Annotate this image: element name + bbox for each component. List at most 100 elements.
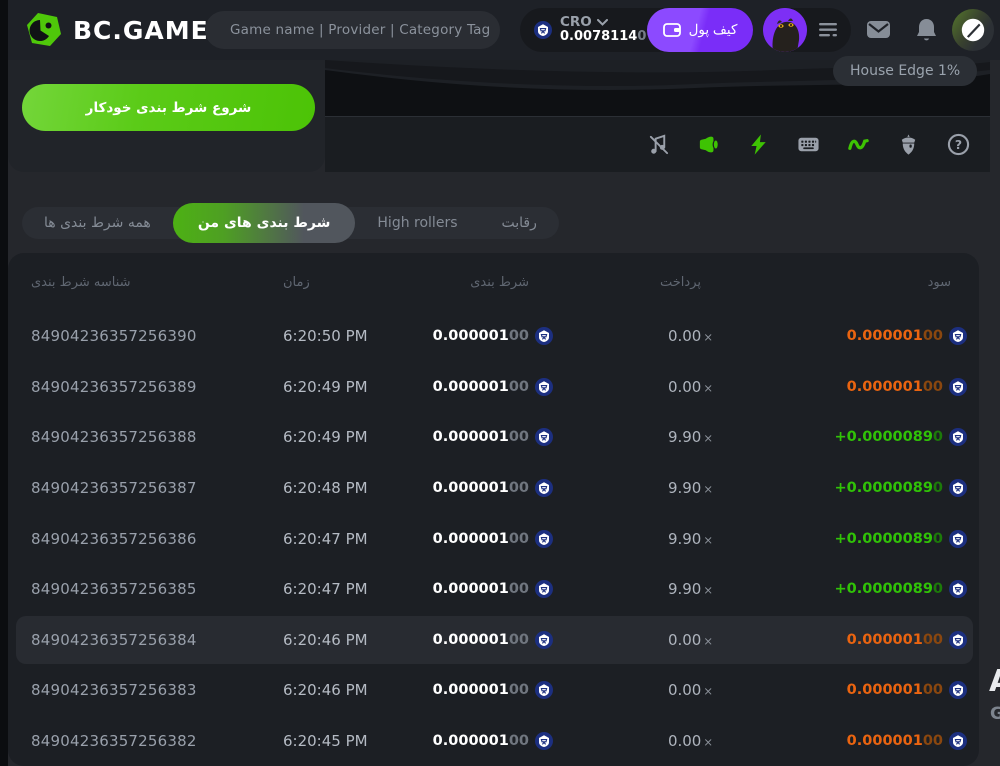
hotkeys-icon[interactable] (797, 133, 820, 156)
table-row[interactable]: 84904236357256390 6:20:50 PM 0.00000100 … (8, 311, 979, 362)
payout-multiplier: 0.00× (553, 681, 713, 699)
cro-coin-icon (949, 327, 967, 345)
svg-text:?: ? (955, 137, 962, 152)
bet-amount: 0.00000100 (403, 631, 553, 649)
profit-amount: +0.00000890 (713, 580, 967, 598)
window-edge (0, 0, 8, 766)
cro-coin-icon (949, 580, 967, 598)
profile-pill (763, 8, 851, 52)
music-off-icon[interactable] (647, 133, 670, 156)
cutoff-text-top: A (989, 664, 1000, 699)
balance-pill: CRO 0.00781140 کیف پول (520, 8, 753, 52)
table-row[interactable]: 84904236357256386 6:20:47 PM 0.00000100 … (8, 513, 979, 564)
bet-amount: 0.00000100 (403, 732, 553, 750)
col-header-bet-id: شناسه شرط بندی (31, 275, 283, 290)
search-input[interactable]: Game name | Provider | Category Tag (205, 11, 500, 49)
cro-coin-icon (535, 580, 553, 598)
wallet-icon (663, 22, 682, 38)
bet-amount: 0.00000100 (403, 530, 553, 548)
bet-amount: 0.00000100 (403, 580, 553, 598)
top-header: BC.GAME Game name | Provider | Category … (8, 0, 1000, 60)
cro-coin-icon (949, 428, 967, 446)
currency-code: CRO (560, 15, 592, 31)
cro-coin-icon (535, 327, 553, 345)
cro-coin-icon (949, 631, 967, 649)
payout-multiplier: 0.00× (553, 732, 713, 750)
cro-coin-icon (949, 378, 967, 396)
profit-amount: 0.00000100 (713, 681, 967, 699)
tab-3[interactable]: رقابت (480, 207, 559, 239)
payout-multiplier: 9.90× (553, 530, 713, 548)
sound-icon[interactable] (697, 133, 720, 156)
bet-controls-panel: شروع شرط بندی خودکار (8, 60, 325, 172)
seed-icon[interactable] (897, 133, 920, 156)
live-stats-icon[interactable] (847, 133, 870, 156)
bets-table: شناسه شرط بندی زمان شرط بندی پرداخت سود … (8, 253, 979, 766)
wallet-button[interactable]: کیف پول (647, 8, 753, 52)
wallet-label: کیف پول (689, 22, 738, 38)
bcgame-logo[interactable]: BC.GAME (26, 12, 209, 48)
help-icon[interactable]: ? (947, 133, 970, 156)
turbo-icon[interactable] (747, 133, 770, 156)
cro-coin-icon (535, 378, 553, 396)
payout-multiplier: 0.00× (553, 631, 713, 649)
profit-amount: 0.00000100 (713, 732, 967, 750)
table-header-row: شناسه شرط بندی زمان شرط بندی پرداخت سود (8, 253, 979, 311)
cro-coin-icon (535, 681, 553, 699)
payout-multiplier: 0.00× (553, 378, 713, 396)
cutoff-text-bottom: G (990, 704, 1000, 724)
profit-amount: 0.00000100 (713, 631, 967, 649)
table-row[interactable]: 84904236357256383 6:20:46 PM 0.00000100 … (8, 665, 979, 716)
tabs: همه شرط بندی هاشرط بندی های منHigh rolle… (22, 207, 559, 239)
col-header-payout: پرداخت (553, 275, 713, 290)
cro-coin-icon (949, 479, 967, 497)
round-badge[interactable] (952, 9, 994, 51)
start-autobet-button[interactable]: شروع شرط بندی خودکار (22, 84, 315, 131)
payout-multiplier: 9.90× (553, 428, 713, 446)
bet-amount: 0.00000100 (403, 378, 553, 396)
profit-amount: +0.00000890 (713, 479, 967, 497)
profit-amount: +0.00000890 (713, 428, 967, 446)
table-row[interactable]: 84904236357256384 6:20:46 PM 0.00000100 … (8, 615, 979, 666)
table-row[interactable]: 84904236357256382 6:20:45 PM 0.00000100 … (8, 716, 979, 766)
cro-coin-icon (535, 631, 553, 649)
table-row[interactable]: 84904236357256389 6:20:49 PM 0.00000100 … (8, 362, 979, 413)
avatar[interactable] (763, 8, 807, 52)
cro-coin-icon (949, 732, 967, 750)
col-header-bet: شرط بندی (403, 275, 553, 290)
profit-amount: +0.00000890 (713, 530, 967, 548)
balance-amount: 0.00781140 (560, 30, 646, 45)
search-placeholder: Game name | Provider | Category Tag (230, 22, 490, 38)
cro-coin-icon (535, 732, 553, 750)
game-toolbar: ? (325, 116, 990, 172)
bet-amount: 0.00000100 (403, 327, 553, 345)
round-badge-icon (961, 18, 985, 42)
bell-icon[interactable] (915, 17, 938, 43)
payout-multiplier: 0.00× (553, 327, 713, 345)
tab-1[interactable]: شرط بندی های من (173, 203, 356, 243)
bet-amount: 0.00000100 (403, 681, 553, 699)
bet-amount: 0.00000100 (403, 479, 553, 497)
cro-coin-icon (535, 479, 553, 497)
main-content: شروع شرط بندی خودکار (8, 60, 1000, 766)
tab-2[interactable]: High rollers (355, 207, 479, 239)
table-row[interactable]: 84904236357256387 6:20:48 PM 0.00000100 … (8, 463, 979, 514)
chevron-down-icon (597, 19, 608, 26)
cro-coin-icon (949, 530, 967, 548)
menu-icon[interactable] (819, 23, 837, 37)
col-header-profit: سود (713, 275, 967, 290)
payout-multiplier: 9.90× (553, 580, 713, 598)
profit-amount: 0.00000100 (713, 327, 967, 345)
brand-name: BC.GAME (73, 16, 209, 45)
table-body: 84904236357256390 6:20:50 PM 0.00000100 … (8, 311, 979, 766)
cro-coin-icon (535, 530, 553, 548)
table-row[interactable]: 84904236357256385 6:20:47 PM 0.00000100 … (8, 564, 979, 615)
currency-selector[interactable]: CRO 0.00781140 (520, 15, 646, 45)
table-row[interactable]: 84904236357256388 6:20:49 PM 0.00000100 … (8, 412, 979, 463)
cro-coin-icon (535, 428, 553, 446)
profit-amount: 0.00000100 (713, 378, 967, 396)
tab-0[interactable]: همه شرط بندی ها (22, 207, 173, 239)
bet-amount: 0.00000100 (403, 428, 553, 446)
mail-icon[interactable] (865, 17, 892, 41)
cro-coin-icon (534, 21, 552, 39)
